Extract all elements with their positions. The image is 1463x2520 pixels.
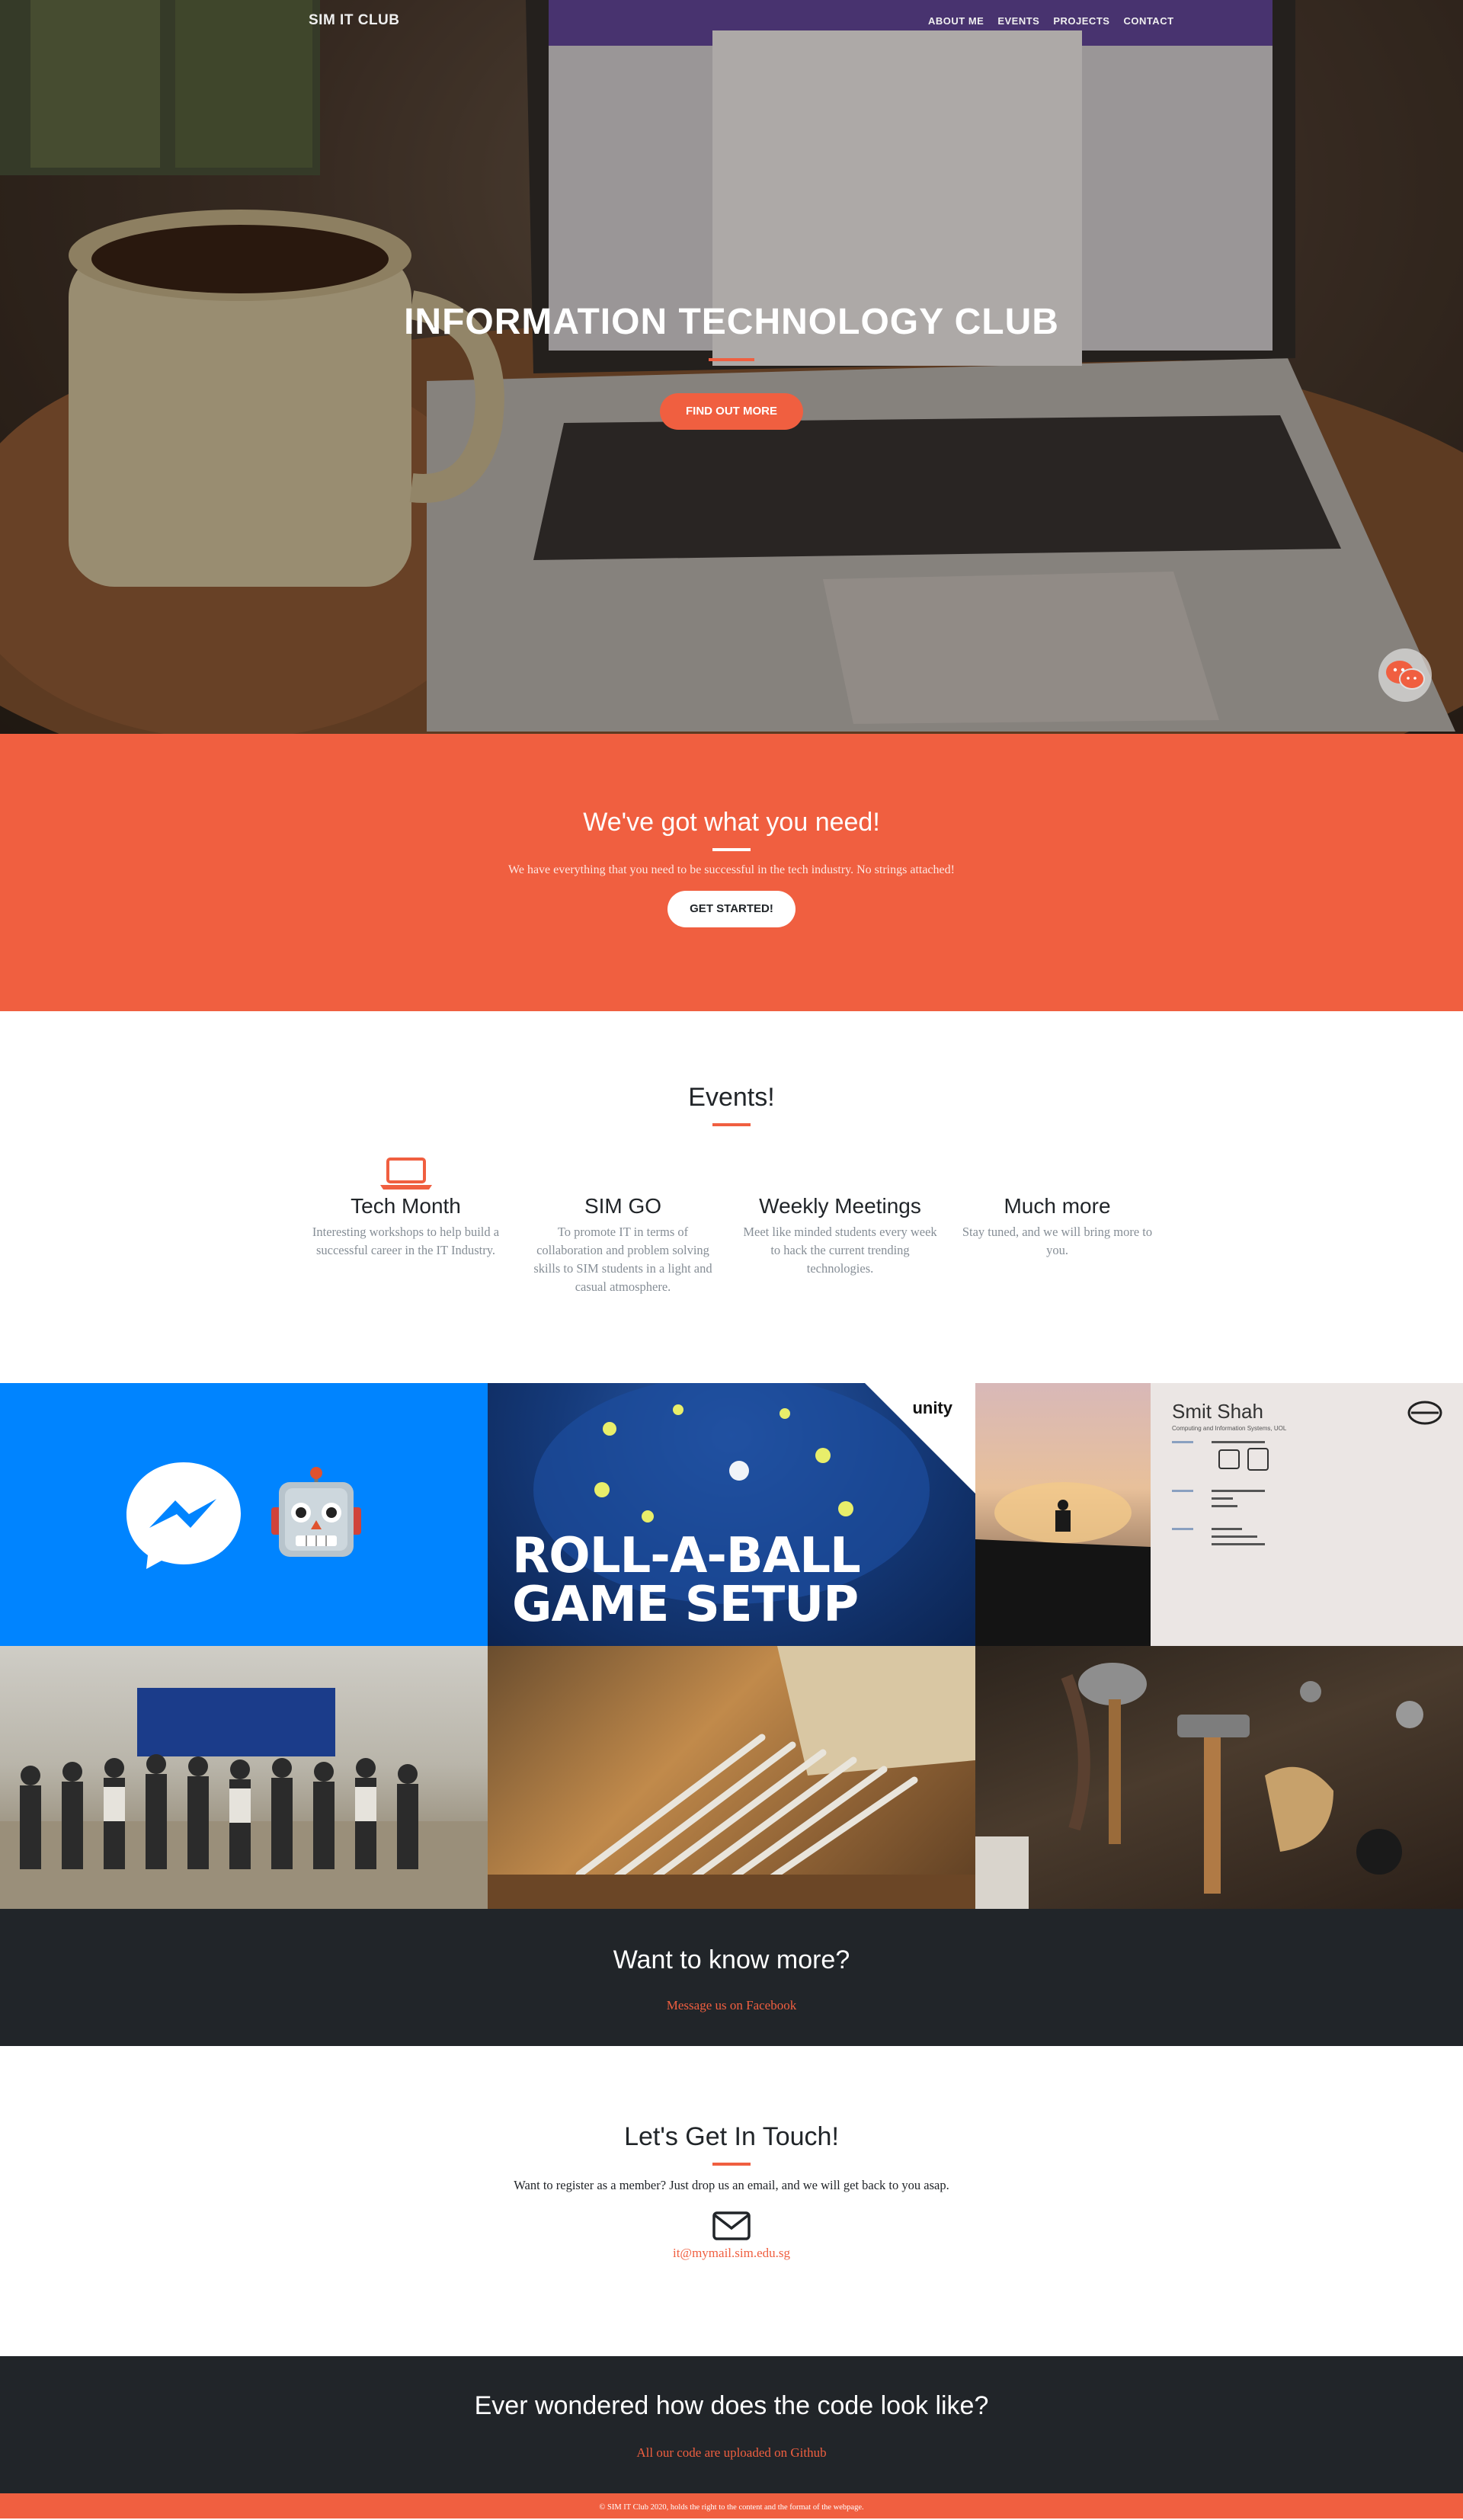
mail-icon-wrapper: [0, 2211, 1463, 2244]
roll-a-ball-title-line1: ROLL-A-BALL: [512, 1528, 861, 1584]
footer: © SIM IT Club 2020, holds the right to t…: [0, 2493, 1463, 2518]
about-heading: We've got what you need!: [583, 808, 880, 837]
event-title: Much more: [1004, 1194, 1111, 1218]
events-heading: Events!: [688, 1083, 775, 1112]
contact-text: Want to register as a member? Just drop …: [514, 2178, 949, 2192]
event-weekly-meetings: Weekly Meetings Meet like minded student…: [732, 1153, 949, 1296]
profile-logo-icon: [1407, 1401, 1442, 1425]
events-section: Events! Tech Month Interesting workshops…: [0, 1011, 1463, 1383]
project-tools-photo[interactable]: [975, 1646, 1463, 1909]
project-roll-a-ball[interactable]: unity ROLL-A-BALL GAME SETUP: [488, 1383, 975, 1646]
contact-heading: Let's Get In Touch!: [624, 2122, 839, 2151]
event-text: Stay tuned, and we will bring more to yo…: [962, 1225, 1153, 1257]
portfolio-grid: unity ROLL-A-BALL GAME SETUP Smit Shah C…: [0, 1383, 1463, 1909]
contact-section: Let's Get In Touch! Want to register as …: [0, 2046, 1463, 2356]
profile-name: Smit Shah: [1172, 1400, 1263, 1423]
github-heading: Ever wondered how does the code look lik…: [474, 2391, 989, 2420]
roll-a-ball-title: ROLL-A-BALL GAME SETUP: [512, 1528, 861, 1633]
hero-title: INFORMATION TECHNOLOGY CLUB: [404, 302, 1059, 342]
unity-logo-text: unity: [912, 1398, 952, 1417]
event-tech-month: Tech Month Interesting workshops to help…: [297, 1153, 514, 1296]
robot-icon: [271, 1466, 361, 1557]
profile-subtitle: Computing and Information Systems, UOL: [1172, 1425, 1287, 1432]
contact-divider: [712, 2163, 751, 2166]
roll-a-ball-title-line2: GAME SETUP: [512, 1577, 859, 1633]
project-portfolio-site[interactable]: Smit Shah Computing and Information Syst…: [975, 1383, 1463, 1646]
group-photo: [0, 1688, 488, 1909]
project-pencils-photo[interactable]: [488, 1646, 975, 1909]
messenger-icon: [126, 1462, 241, 1569]
event-text: Meet like minded students every week to …: [743, 1225, 937, 1276]
hero-overlay: [0, 0, 1463, 734]
facebook-message-link[interactable]: Message us on Facebook: [667, 1998, 796, 2013]
get-started-button[interactable]: GET STARTED!: [667, 891, 796, 927]
event-title: SIM GO: [584, 1194, 662, 1218]
event-much-more: Much more Stay tuned, and we will bring …: [949, 1153, 1166, 1296]
github-section: Ever wondered how does the code look lik…: [0, 2356, 1463, 2493]
github-link[interactable]: All our code are uploaded on Github: [636, 2445, 826, 2461]
email-link[interactable]: it@mymail.sim.edu.sg: [0, 2246, 1463, 2261]
laptop-icon: [379, 1158, 432, 1190]
know-more-section: Want to know more? Message us on Faceboo…: [0, 1909, 1463, 2046]
nav-events[interactable]: EVENTS: [997, 15, 1039, 27]
nav-contact[interactable]: CONTACT: [1123, 15, 1173, 27]
about-text: We have everything that you need to be s…: [508, 863, 955, 876]
nav-links: ABOUT ME EVENTS PROJECTS CONTACT: [928, 15, 1174, 27]
tools-photo: [975, 1663, 1423, 1909]
chat-bubble-icon: [1386, 661, 1425, 690]
know-more-heading: Want to know more?: [613, 1945, 850, 1974]
events-divider: [712, 1123, 751, 1126]
about-section: We've got what you need! We have everyth…: [0, 734, 1463, 1011]
event-sim-go: SIM GO To promote IT in terms of collabo…: [514, 1153, 732, 1296]
hero-divider: [709, 358, 754, 361]
envelope-icon: [712, 2211, 751, 2240]
event-title: Tech Month: [351, 1194, 461, 1218]
profile-content-lines: [1172, 1441, 1269, 1545]
event-text: Interesting workshops to help build a su…: [312, 1225, 500, 1257]
profile-card: Smit Shah Computing and Information Syst…: [1151, 1383, 1463, 1646]
event-text: To promote IT in terms of collaboration …: [533, 1225, 712, 1294]
about-divider: [712, 848, 751, 851]
nav-projects[interactable]: PROJECTS: [1053, 15, 1109, 27]
project-group-photo[interactable]: [0, 1646, 488, 1909]
nav-about-me[interactable]: ABOUT ME: [928, 15, 984, 27]
pencils-photo: [488, 1646, 975, 1909]
sunset-photo: [975, 1383, 1151, 1646]
events-grid: Tech Month Interesting workshops to help…: [0, 1153, 1463, 1296]
brand-logo[interactable]: SIM IT CLUB: [309, 12, 400, 29]
chat-button[interactable]: [1378, 648, 1432, 702]
hero-section: SIM IT CLUB ABOUT ME EVENTS PROJECTS CON…: [0, 0, 1463, 734]
copyright-text: © SIM IT Club 2020, holds the right to t…: [599, 2503, 864, 2512]
project-messenger-bot[interactable]: [0, 1383, 488, 1646]
event-title: Weekly Meetings: [759, 1194, 921, 1218]
find-out-more-button[interactable]: FIND OUT MORE: [660, 393, 803, 430]
navbar: SIM IT CLUB ABOUT ME EVENTS PROJECTS CON…: [0, 0, 1463, 44]
